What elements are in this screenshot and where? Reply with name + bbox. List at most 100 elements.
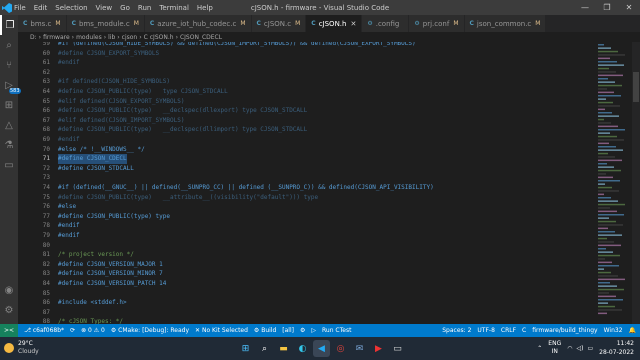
maximize-button[interactable]: ❐ [596,0,618,15]
status-item[interactable]: Win32 [604,327,623,334]
code-line[interactable]: 87 [18,308,596,318]
status-item[interactable]: ⚙ [300,327,305,334]
status-item[interactable]: Spaces: 2 [442,327,471,334]
code-line[interactable]: 88 /* cJSON Types: */ [18,317,596,324]
code-line[interactable]: 69 #endif [18,135,596,145]
cmake-icon[interactable]: △ [0,115,18,135]
close-icon[interactable]: ✕ [350,20,356,28]
menu-item-file[interactable]: File [14,4,26,12]
gear-icon[interactable]: ⚙ [0,300,18,320]
extensions-icon[interactable]: ⊞ [0,95,18,115]
code-line[interactable]: 78 #endif [18,221,596,231]
vscode-icon[interactable]: ◀ [313,340,330,357]
media-icon[interactable]: ▶ [370,340,387,357]
breadcrumb-item[interactable]: cjson [122,34,138,41]
vertical-scrollbar[interactable] [632,42,640,324]
status-item[interactable]: ⚙ CMake: [Debug]: Ready [111,327,189,334]
remote-indicator[interactable]: >< [0,324,19,337]
testing-icon[interactable]: ⚗ [0,135,18,155]
code-line[interactable]: 71 #define CJSON_CDECL [18,154,596,165]
code-line[interactable]: 85 [18,289,596,299]
code-line[interactable]: 65 #elif defined(CJSON_EXPORT_SYMBOLS) [18,97,596,107]
code-line[interactable]: 83 #define CJSON_VERSION_MINOR 7 [18,269,596,279]
breadcrumb-item[interactable]: firmware [43,34,70,41]
mail-icon[interactable]: ✉ [351,340,368,357]
code-line[interactable]: 60 #define CJSON_EXPORT_SYMBOLS [18,49,596,59]
code-line[interactable]: 66 #define CJSON_PUBLIC(type) __declspec(… [18,106,596,116]
menu-item-view[interactable]: View [96,4,113,12]
code-editor[interactable]: 59 #if (defined(CJSON_HIDE_SYMBOLS) && de… [18,42,596,324]
tab--config[interactable]: ⚙ .config [362,15,410,32]
bell-icon[interactable]: 🔔 [629,327,636,334]
breadcrumb-item[interactable]: modules [76,34,102,41]
minimap[interactable] [596,42,632,324]
status-item[interactable]: ✕ No Kit Selected [195,327,248,334]
file-explorer-icon[interactable]: ▬ [275,340,292,357]
code-line[interactable]: 70 #else /* !__WINDOWS__ */ [18,145,596,155]
code-line[interactable]: 73 [18,173,596,183]
menu-item-help[interactable]: Help [197,4,213,12]
status-item[interactable]: C [522,327,526,334]
status-item[interactable]: ▷ [311,327,316,334]
code-line[interactable]: 74 #if (defined(__GNUC__) || defined(__SU… [18,183,596,193]
status-item[interactable]: ⟳ [70,327,75,334]
battery-icon[interactable]: ▭ [587,345,593,352]
code-line[interactable]: 81 /* project version */ [18,250,596,260]
breadcrumb-item[interactable]: C cJSON.h [144,34,174,41]
menu-item-selection[interactable]: Selection [55,4,87,12]
tab-prj-conf[interactable]: ⚙ prj.conf M [409,15,465,32]
code-line[interactable]: 72 #define CJSON_STDCALL [18,164,596,174]
clock[interactable]: 11:42 28-07-2022 [599,339,634,357]
status-item[interactable]: [all] [282,327,294,334]
code-line[interactable]: 67 #elif defined(CJSON_IMPORT_SYMBOLS) [18,116,596,126]
code-line[interactable]: 76 #else [18,202,596,212]
code-line[interactable]: 84 #define CJSON_VERSION_PATCH 14 [18,279,596,289]
remote-explorer-icon[interactable]: ▭ [0,155,18,175]
chevron-up-icon[interactable]: ⌃ [537,345,542,352]
weather-widget[interactable]: 29°C Cloudy [4,340,39,356]
tab-bms-c[interactable]: Cbms.c M [18,15,67,32]
code-line[interactable]: 75 #define CJSON_PUBLIC(type) __attribute… [18,193,596,203]
code-line[interactable]: 63 #if defined(CJSON_HIDE_SYMBOLS) [18,77,596,87]
status-item[interactable]: Run CTest [322,327,351,334]
minimize-button[interactable]: — [574,0,596,15]
region-indicator[interactable]: IN [548,348,561,356]
source-control-icon[interactable]: ⑂ [0,55,18,75]
code-line[interactable]: 80 [18,241,596,251]
breadcrumb-item[interactable]: CJSON_CDECL [180,34,222,41]
code-line[interactable]: 86 #include <stddef.h> [18,298,596,308]
status-item[interactable]: CRLF [501,327,516,334]
code-line[interactable]: 61 #endif [18,58,596,68]
status-item[interactable]: UTF-8 [477,327,495,334]
terminal-icon[interactable]: ▭ [389,340,406,357]
scrollbar-thumb[interactable] [633,72,639,102]
explorer-icon[interactable]: ❐ [0,15,18,35]
status-item[interactable]: firmware/build_thingy [532,327,597,334]
language-indicator[interactable]: ENG [548,340,561,348]
volume-icon[interactable]: ◁) [576,345,583,352]
menu-item-edit[interactable]: Edit [34,4,48,12]
menu-item-go[interactable]: Go [120,4,130,12]
wifi-icon[interactable]: ◠ [567,345,572,352]
breadcrumb-item[interactable]: lib [108,34,115,41]
code-line[interactable]: 77 #define CJSON_PUBLIC(type) type [18,212,596,222]
start-icon[interactable]: ⊞ [237,340,254,357]
tab-bms-module-c[interactable]: Cbms_module.c M [66,15,145,32]
menu-item-terminal[interactable]: Terminal [159,4,189,12]
code-line[interactable]: 68 #define CJSON_PUBLIC(type) __declspec(… [18,125,596,135]
tab-json-common-c[interactable]: Cjson_common.c M [464,15,547,32]
breadcrumb-item[interactable]: D: [30,34,37,41]
search-icon[interactable]: ⌕ [0,35,18,55]
edge-icon[interactable]: ◐ [294,340,311,357]
code-line[interactable]: 62 [18,68,596,78]
chrome-icon[interactable]: ◎ [332,340,349,357]
status-item[interactable]: ⊗ 0 ⚠ 0 [81,327,105,334]
close-button[interactable]: ✕ [618,0,640,15]
tab-cjson-h[interactable]: CcJSON.h ✕ [306,15,363,32]
menu-item-run[interactable]: Run [138,4,151,12]
code-line[interactable]: 79 #endif [18,231,596,241]
search-icon[interactable]: ⌕ [256,340,273,357]
status-item[interactable]: ⎇ c6af068b* [24,327,64,334]
status-item[interactable]: ⚙ Build [254,327,276,334]
code-line[interactable]: 82 #define CJSON_VERSION_MAJOR 1 [18,260,596,270]
